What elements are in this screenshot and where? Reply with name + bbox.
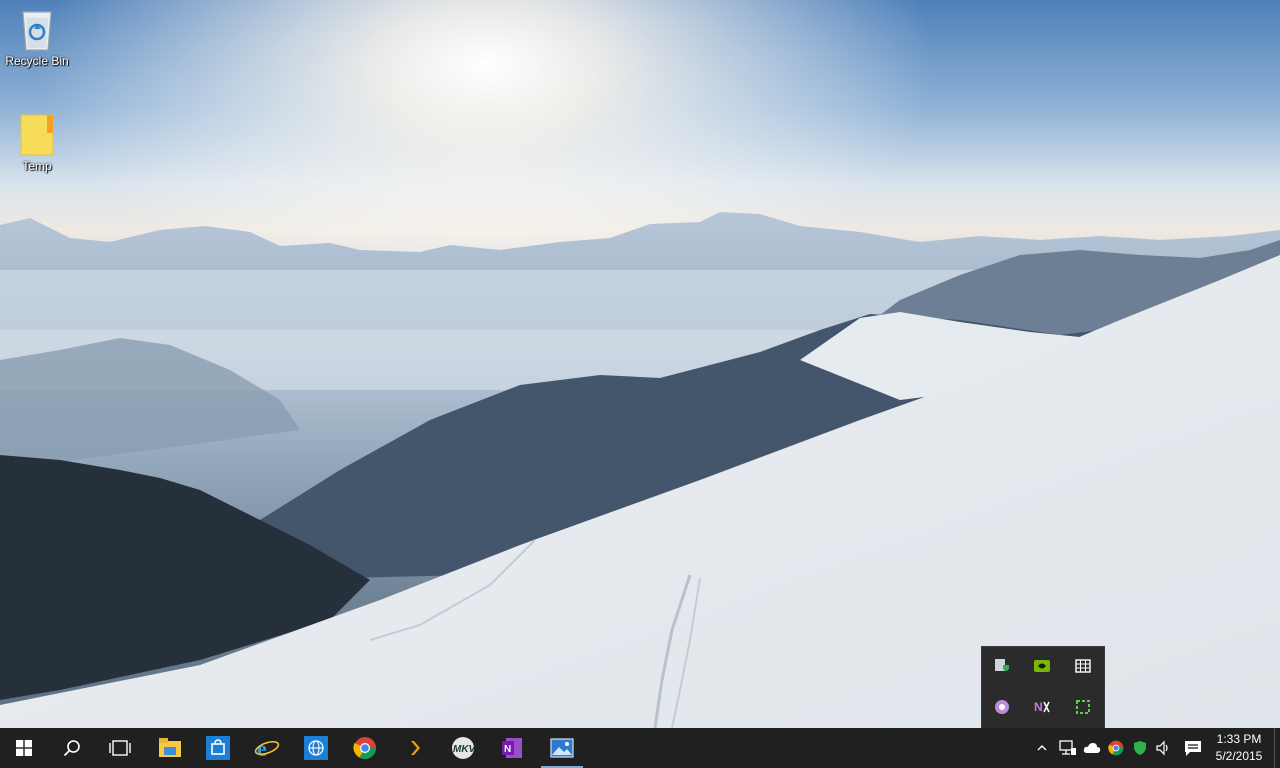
search-button[interactable]	[48, 728, 96, 768]
task-view-icon	[109, 740, 131, 756]
shield-tray-icon[interactable]	[1130, 738, 1150, 758]
wallpaper-mountains	[0, 0, 1280, 728]
onedrive-icon[interactable]	[1082, 738, 1102, 758]
clock-time: 1:33 PM	[1216, 732, 1262, 746]
folder-icon	[20, 114, 54, 156]
store-button[interactable]	[194, 728, 242, 768]
network-icon[interactable]	[1058, 738, 1078, 758]
security-shield-icon[interactable]	[987, 651, 1017, 681]
nvidia-icon[interactable]	[1027, 651, 1057, 681]
globe-icon	[304, 736, 328, 760]
chrome-icon	[353, 737, 376, 759]
mkv-icon: MKV	[452, 737, 476, 759]
tray-overflow-flyout: N	[982, 647, 1104, 728]
taskbar: e MKV N 1:33 PM 5/2/2015	[0, 728, 1280, 768]
internet-explorer-icon: e	[254, 736, 280, 760]
chrome-tray-icon[interactable]	[1106, 738, 1126, 758]
internet-explorer-button[interactable]: e	[243, 728, 291, 768]
recycle-bin-icon	[22, 11, 52, 51]
task-view-button[interactable]	[96, 728, 144, 768]
chrome-button[interactable]	[341, 728, 389, 768]
spiral-app-icon[interactable]	[987, 692, 1017, 722]
clock[interactable]: 1:33 PM 5/2/2015	[1206, 731, 1272, 765]
volume-icon[interactable]	[1154, 738, 1174, 758]
onenote-clipper-icon[interactable]: N	[1027, 692, 1057, 722]
calendar-grid-icon[interactable]	[1068, 651, 1098, 681]
onenote-button[interactable]: N	[488, 728, 536, 768]
show-hidden-icons-chevron[interactable]	[1032, 738, 1052, 758]
svg-text:N: N	[504, 744, 511, 755]
action-center-icon[interactable]	[1183, 738, 1203, 758]
desktop-icon-recycle-bin[interactable]: Recycle Bin	[0, 8, 74, 68]
temp-folder-label: Temp	[22, 159, 52, 173]
store-icon	[206, 736, 230, 760]
svg-text:MKV: MKV	[453, 744, 476, 755]
search-icon	[63, 740, 80, 757]
windows-logo-icon	[16, 740, 32, 756]
recycle-bin-label: Recycle Bin	[5, 54, 69, 68]
desktop-icon-temp[interactable]: Temp	[0, 113, 74, 173]
mkv-button[interactable]: MKV	[439, 728, 487, 768]
file-explorer-icon	[159, 738, 181, 757]
green-bracket-icon[interactable]	[1068, 692, 1098, 722]
onenote-icon: N	[502, 738, 522, 758]
photos-icon	[550, 738, 574, 758]
show-desktop-button[interactable]	[1274, 728, 1280, 768]
clock-date: 5/2/2015	[1215, 749, 1263, 763]
desktop: Recycle Bin Temp N	[0, 0, 1280, 728]
plex-button[interactable]	[390, 728, 438, 768]
plex-icon	[403, 737, 425, 759]
file-explorer-button[interactable]	[146, 728, 194, 768]
start-button[interactable]	[0, 728, 48, 768]
photos-button[interactable]	[538, 728, 586, 768]
globe-button[interactable]	[292, 728, 340, 768]
svg-text:N: N	[1034, 700, 1043, 714]
